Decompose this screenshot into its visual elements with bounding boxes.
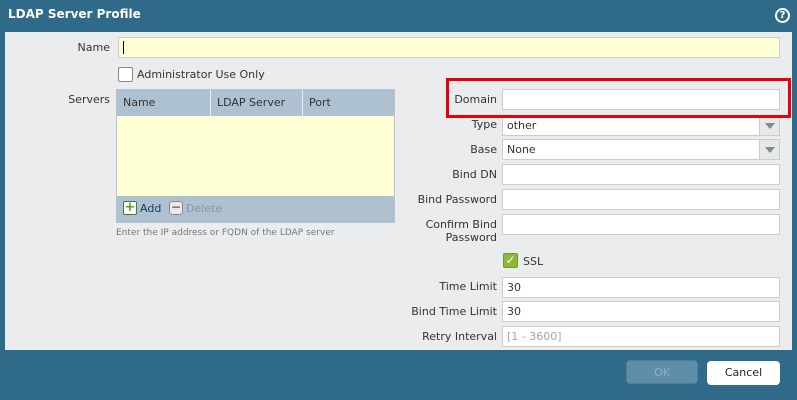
retry-interval-input[interactable]: [1 - 3600]	[502, 326, 780, 347]
bind-dn-input[interactable]	[502, 164, 780, 185]
chevron-down-icon[interactable]	[759, 116, 779, 135]
confirm-label-line1: Confirm Bind	[425, 218, 497, 231]
servers-hint: Enter the IP address or FQDN of the LDAP…	[116, 228, 335, 238]
column-name[interactable]: Name	[117, 90, 211, 116]
delete-button[interactable]: − Delete	[169, 201, 222, 215]
column-ldap-server[interactable]: LDAP Server	[211, 90, 303, 116]
add-label: Add	[140, 201, 162, 215]
dialog-title: LDAP Server Profile	[8, 7, 141, 21]
add-button[interactable]: + Add	[123, 201, 161, 215]
bind-password-label: Bind Password	[417, 193, 497, 206]
column-port[interactable]: Port	[303, 90, 394, 116]
retry-interval-label: Retry Interval	[422, 330, 497, 343]
bind-time-limit-input[interactable]: 30	[502, 301, 780, 322]
delete-label: Delete	[186, 201, 223, 215]
base-label: Base	[470, 143, 497, 156]
chevron-down-icon[interactable]	[759, 140, 779, 159]
cancel-button[interactable]: Cancel	[707, 361, 780, 385]
time-limit-input[interactable]: 30	[502, 277, 780, 298]
bind-password-input[interactable]	[502, 189, 780, 210]
confirm-label-line2: Password	[445, 231, 497, 244]
admin-only-label: Administrator Use Only	[137, 68, 265, 81]
admin-only-checkbox[interactable]	[118, 67, 133, 82]
ssl-checkbox[interactable]: ✓	[503, 253, 518, 268]
confirm-bind-password-label: Confirm Bind Password	[400, 218, 497, 244]
name-label: Name	[77, 41, 110, 54]
servers-label: Servers	[68, 93, 110, 106]
ssl-label: SSL	[523, 255, 544, 268]
plus-icon: +	[123, 200, 137, 215]
bind-time-limit-label: Bind Time Limit	[411, 305, 497, 318]
base-value: None	[507, 143, 536, 156]
grid-header: Name LDAP Server Port	[117, 90, 394, 116]
time-limit-label: Time Limit	[439, 280, 497, 293]
base-select[interactable]: None	[502, 139, 780, 160]
highlight-box	[446, 78, 791, 118]
type-label: Type	[471, 118, 497, 131]
name-input[interactable]	[118, 37, 780, 58]
type-value: other	[507, 119, 537, 132]
help-icon[interactable]: ?	[775, 8, 790, 23]
servers-grid: Name LDAP Server Port + Add − Delete	[116, 89, 395, 223]
ok-button[interactable]: OK	[626, 360, 698, 384]
confirm-bind-password-input[interactable]	[502, 214, 780, 235]
grid-toolbar: + Add − Delete	[117, 196, 394, 222]
bind-dn-label: Bind DN	[452, 168, 497, 181]
type-select[interactable]: other	[502, 115, 780, 136]
minus-icon: −	[169, 200, 183, 215]
